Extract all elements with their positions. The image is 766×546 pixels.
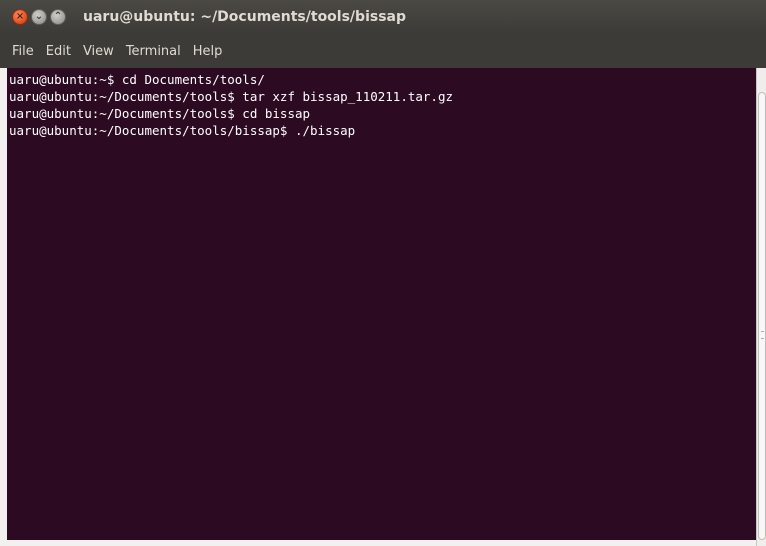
- terminal-line: uaru@ubuntu:~$ cd Documents/tools/: [9, 72, 265, 87]
- maximize-icon[interactable]: ⌃: [50, 9, 66, 25]
- menu-edit[interactable]: Edit: [40, 44, 77, 59]
- terminal-line: uaru@ubuntu:~/Documents/tools$ cd bissap: [9, 106, 311, 121]
- terminal-window: × ⌄ ⌃ uaru@ubuntu: ~/Documents/tools/bis…: [0, 0, 766, 546]
- menu-help[interactable]: Help: [187, 44, 229, 59]
- menu-terminal[interactable]: Terminal: [120, 44, 187, 59]
- vertical-scrollbar[interactable]: [756, 68, 766, 546]
- window-title: uaru@ubuntu: ~/Documents/tools/bissap: [83, 9, 407, 25]
- window-left-border: [0, 68, 7, 546]
- menu-file[interactable]: File: [6, 44, 40, 59]
- terminal-line: uaru@ubuntu:~/Documents/tools/bissap$ ./…: [9, 123, 356, 138]
- close-icon[interactable]: ×: [12, 9, 28, 25]
- scrollbar-thumb[interactable]: [758, 92, 766, 540]
- minimize-icon[interactable]: ⌄: [31, 9, 47, 25]
- menu-bar: File Edit View Terminal Help: [0, 34, 766, 68]
- scrollbar-grip-icon: [761, 331, 764, 339]
- terminal-line: uaru@ubuntu:~/Documents/tools$ tar xzf b…: [9, 89, 454, 104]
- title-bar[interactable]: × ⌄ ⌃ uaru@ubuntu: ~/Documents/tools/bis…: [0, 0, 766, 34]
- window-controls: × ⌄ ⌃: [12, 9, 69, 25]
- menu-view[interactable]: View: [77, 44, 120, 59]
- terminal-output[interactable]: uaru@ubuntu:~$ cd Documents/tools/ uaru@…: [7, 68, 756, 540]
- window-bottom-border: [0, 540, 756, 546]
